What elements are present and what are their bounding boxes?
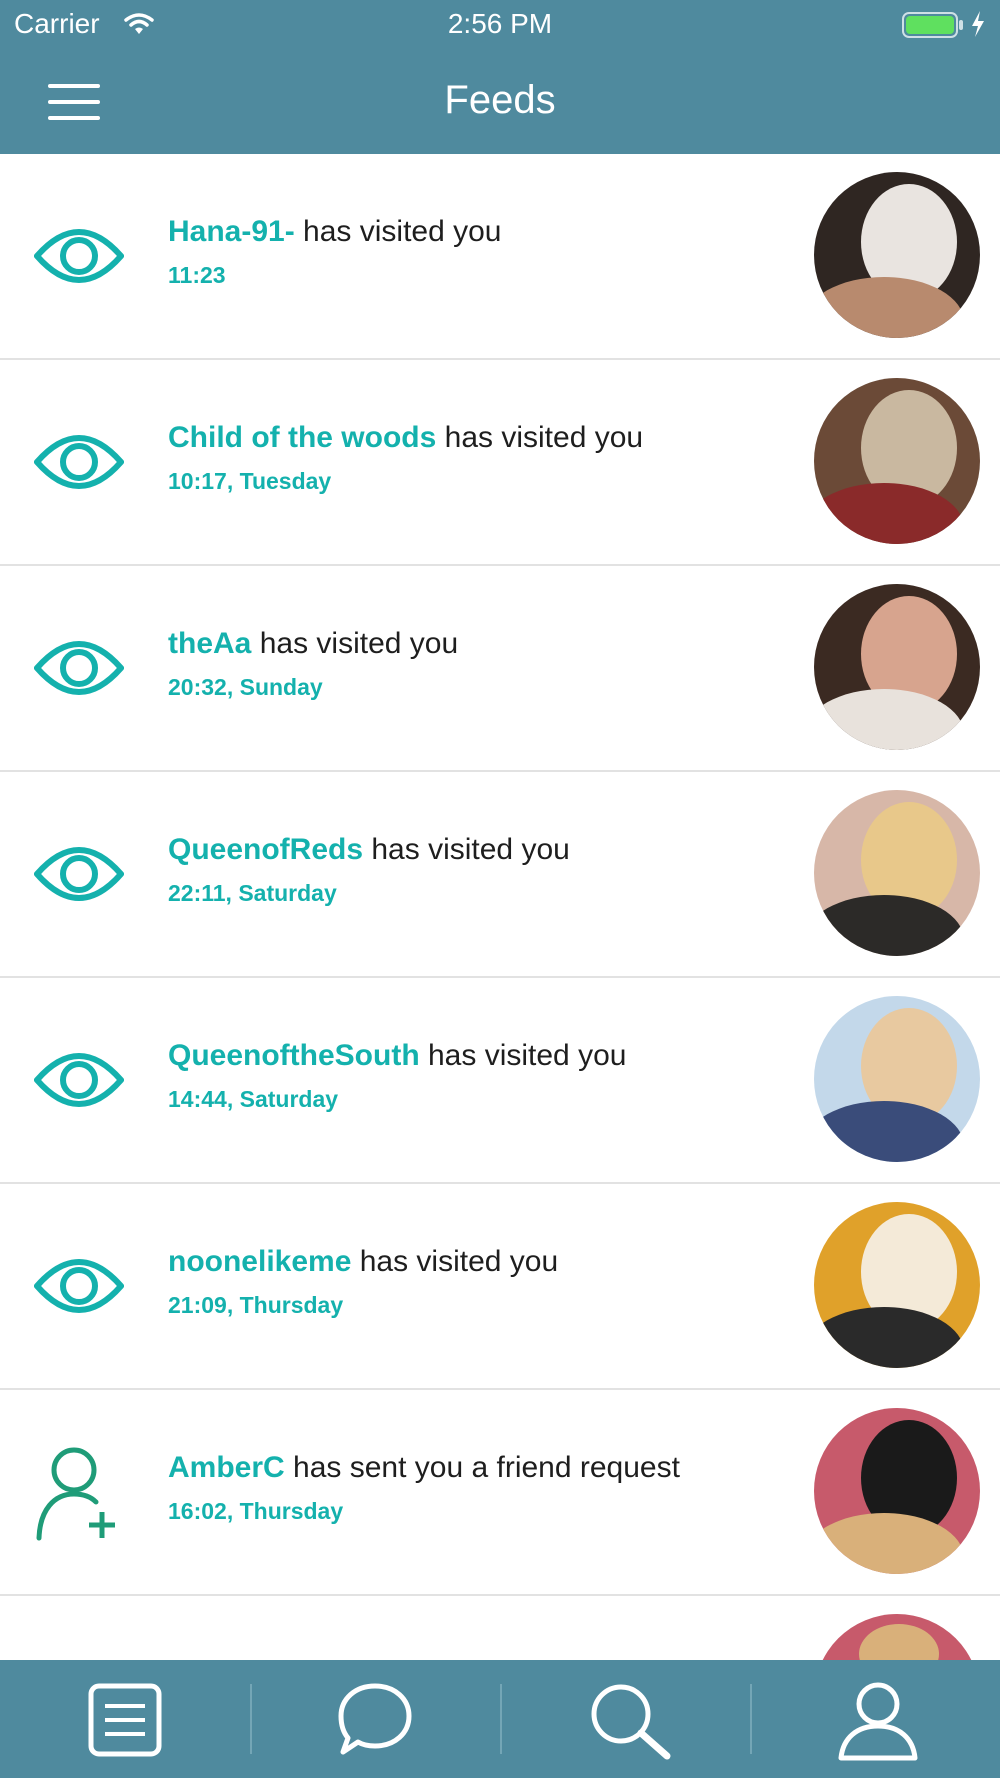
feed-message: AmberC has sent you a friend request <box>168 1448 808 1488</box>
feed-item[interactable]: QueenofReds has visited you 22:11, Saturd… <box>0 772 1000 978</box>
feed-username[interactable]: QueenofReds <box>168 833 363 866</box>
avatar[interactable] <box>814 172 980 338</box>
profile-icon <box>838 1682 918 1761</box>
feed-item[interactable]: Hana-91- has visited you 11:23 <box>0 154 1000 360</box>
messages-tab[interactable] <box>250 1660 500 1778</box>
feed-username[interactable]: AmberC <box>168 1451 285 1484</box>
nav-bar: Feeds <box>0 50 1000 154</box>
avatar[interactable] <box>814 584 980 750</box>
list-icon <box>88 1683 162 1757</box>
feed-text: AmberC has sent you a friend request 16:0… <box>168 1448 808 1525</box>
feed-timestamp: 20:32, Sunday <box>168 674 323 700</box>
avatar[interactable] <box>814 996 980 1162</box>
feed-username[interactable]: QueenoftheSouth <box>168 1039 420 1072</box>
feed-tab[interactable] <box>0 1660 250 1778</box>
feed-text: QueenofReds has visited you 22:11, Saturd… <box>168 830 808 907</box>
feed-message: QueenofReds has visited you <box>168 830 808 870</box>
add-friend-icon <box>36 1447 115 1541</box>
feed-username[interactable]: Child of the woods <box>168 421 436 454</box>
feed-text: Child of the woods has visited you 10:17,… <box>168 418 808 495</box>
eye-icon <box>34 1053 124 1107</box>
eye-icon <box>34 1259 124 1313</box>
eye-icon <box>34 229 124 283</box>
eye-icon-wrap <box>34 824 124 924</box>
feed-action: has visited you <box>251 627 459 660</box>
feed-action: has visited you <box>294 215 502 248</box>
feed-message: theAa has visited you <box>168 624 808 664</box>
feed-item[interactable]: AmberC has sent you a friend request 16:0… <box>0 1390 1000 1596</box>
eye-icon-wrap <box>34 1030 124 1130</box>
feed-item[interactable]: theAa has visited you 20:32, Sunday <box>0 566 1000 772</box>
search-tab[interactable] <box>500 1660 750 1778</box>
feed-timestamp: 10:17, Tuesday <box>168 468 332 494</box>
feed-item[interactable]: noonelikeme has visited you 21:09, Thursd… <box>0 1184 1000 1390</box>
add-friend-icon-wrap <box>34 1442 124 1542</box>
eye-icon <box>34 435 124 489</box>
feed-item-partial[interactable] <box>0 1596 1000 1660</box>
avatar[interactable] <box>814 378 980 544</box>
feed-timestamp: 14:44, Saturday <box>168 1086 339 1112</box>
status-bar: Carrier 2:56 PM <box>0 0 1000 50</box>
eye-icon <box>34 847 124 901</box>
feed-message: Hana-91- has visited you <box>168 212 808 252</box>
feed-text: theAa has visited you 20:32, Sunday <box>168 624 808 701</box>
feed-action: has visited you <box>363 833 570 866</box>
feed-timestamp: 11:23 <box>168 262 226 288</box>
avatar[interactable] <box>814 1408 980 1574</box>
feed-item[interactable]: Child of the woods has visited you 10:17,… <box>0 360 1000 566</box>
feed-action: has visited you <box>351 1245 559 1278</box>
search-icon <box>591 1684 671 1760</box>
eye-icon-wrap <box>34 206 124 306</box>
eye-icon-wrap <box>34 618 124 718</box>
charging-icon <box>970 10 986 43</box>
feed-text: QueenoftheSouth has visited you 14:44, Sa… <box>168 1036 808 1113</box>
feed-timestamp: 22:11, Saturday <box>168 880 337 906</box>
avatar[interactable] <box>814 1202 980 1368</box>
page-title: Feeds <box>444 78 556 122</box>
feed-timestamp: 16:02, Thursday <box>168 1498 344 1524</box>
chat-bubble-icon <box>338 1683 412 1755</box>
feed-username[interactable]: Hana-91- <box>168 215 295 248</box>
tab-bar <box>0 1660 1000 1778</box>
battery-icon <box>902 12 964 43</box>
eye-icon-wrap <box>34 1236 124 1336</box>
feed-text: noonelikeme has visited you 21:09, Thursd… <box>168 1242 808 1319</box>
feed-item[interactable]: QueenoftheSouth has visited you 14:44, Sa… <box>0 978 1000 1184</box>
eye-icon <box>34 641 124 695</box>
feed-username[interactable]: noonelikeme <box>168 1245 351 1278</box>
avatar[interactable] <box>814 1614 980 1660</box>
feed-action: has visited you <box>419 1039 627 1072</box>
feed-text: Hana-91- has visited you 11:23 <box>168 212 808 289</box>
feed-list[interactable]: Hana-91- has visited you 11:23 Child of th… <box>0 154 1000 1660</box>
feed-message: noonelikeme has visited you <box>168 1242 808 1282</box>
profile-tab[interactable] <box>750 1660 1000 1778</box>
feed-action: has sent you a friend request <box>284 1451 680 1484</box>
feed-action: has visited you <box>436 421 644 454</box>
feed-message: QueenoftheSouth has visited you <box>168 1036 808 1076</box>
status-time: 2:56 PM <box>447 8 553 39</box>
feed-username[interactable]: theAa <box>168 627 251 660</box>
eye-icon-wrap <box>34 412 124 512</box>
feed-timestamp: 21:09, Thursday <box>168 1292 344 1318</box>
avatar[interactable] <box>814 790 980 956</box>
feed-message: Child of the woods has visited you <box>168 418 808 458</box>
